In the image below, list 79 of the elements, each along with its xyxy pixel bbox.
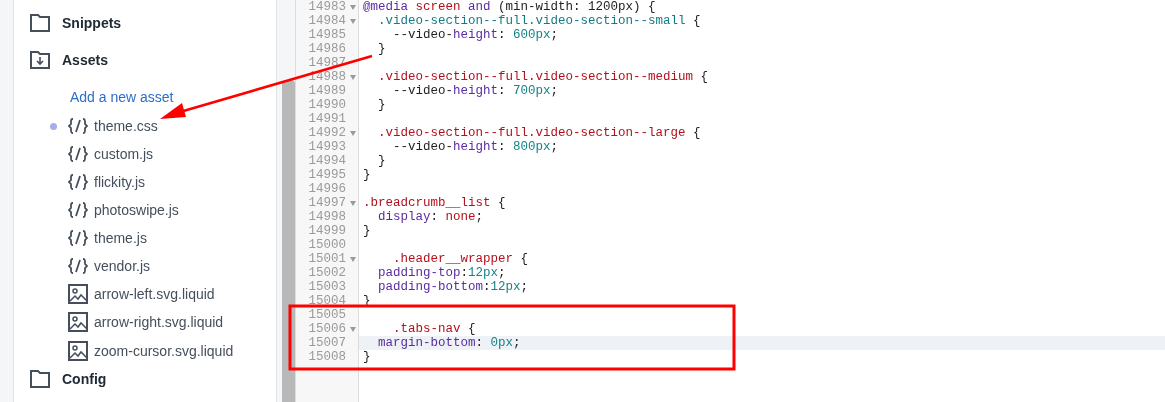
code-line: padding-top:12px; [377,266,506,280]
line-number: 15004 [307,294,346,308]
line-number: 14986 [307,42,346,56]
line-number: 14992 [307,126,346,140]
line-number: 14993 [307,140,346,154]
code-file-icon [68,230,88,247]
line-number: 15006 [307,322,346,336]
file-name[interactable]: photoswipe.js [94,202,179,219]
folder-icon [30,13,50,32]
file-name[interactable]: custom.js [94,146,154,163]
line-number: 14999 [307,224,346,238]
line-number: 15002 [307,266,346,280]
add-asset-link[interactable]: Add a new asset [70,82,276,112]
fold-triangle-icon[interactable] [350,130,356,136]
file-name[interactable]: vendor.js [94,258,151,275]
code-line: .video-section--full.video-section--medium { [377,70,709,84]
fold-triangle-icon[interactable] [350,200,356,206]
code-line: .video-section--full.video-section--small { [377,14,701,28]
line-number: 14990 [307,98,346,112]
file-name[interactable]: zoom-cursor.svg.liquid [94,342,234,359]
code-line: } [362,224,371,238]
line-number: 14983 [307,0,346,14]
code-line: margin-bottom: 0px; [377,336,521,350]
line-number: 14994 [307,154,346,168]
file-name[interactable]: theme.css [94,118,158,134]
code-line: } [362,168,371,182]
section-title[interactable]: Assets [62,52,108,69]
section-title[interactable]: Config [62,371,107,388]
file-name[interactable]: arrow-left.svg.liquid [94,286,215,303]
code-line: .video-section--full.video-section--large { [377,126,701,140]
file-name[interactable]: arrow-right.svg.liquid [94,314,224,331]
line-number: 14985 [307,28,346,42]
line-number: 14987 [307,56,346,70]
fold-triangle-icon[interactable] [350,18,356,24]
image-file-icon [68,312,88,333]
line-number: 14998 [307,210,346,224]
line-number: 15003 [307,280,346,294]
scrollbar-thumb[interactable] [282,80,295,402]
code-file-icon [68,258,88,275]
code-line: --video-height: 800px; [392,140,559,154]
code-line: } [377,42,386,56]
line-number: 14997 [307,196,346,210]
code-line: --video-height: 600px; [392,28,559,42]
section-title[interactable]: Snippets [62,14,122,31]
fold-triangle-icon[interactable] [350,4,356,10]
code-file-icon [68,146,88,163]
line-number: 14989 [307,84,346,98]
code-line: display: none; [377,210,484,224]
code-line: --video-height: 700px; [392,84,559,98]
folder-icon [30,370,50,389]
fold-triangle-icon[interactable] [350,256,356,262]
line-number: 15001 [307,252,346,266]
image-file-icon [68,340,88,361]
code-line: padding-bottom:12px; [377,280,529,294]
code-line: } [377,98,386,112]
line-number: 15007 [307,336,346,350]
code-line: } [377,154,386,168]
code-file-icon [68,174,88,191]
folder-download-icon [30,51,50,70]
line-number: 14984 [307,14,346,28]
line-number: 15000 [307,238,346,252]
file-name[interactable]: flickity.js [94,174,146,191]
image-file-icon [68,284,88,305]
code-editor[interactable] [295,0,1165,402]
code-line: .tabs-nav { [392,322,476,336]
code-line: .header__wrapper { [392,252,529,266]
code-line: @media screen and (min-width: 1200px) { [362,0,656,14]
code-line: } [362,350,371,364]
line-number: 14996 [307,182,346,196]
fold-triangle-icon[interactable] [350,326,356,332]
code-file-icon [68,118,88,134]
line-number: 14995 [307,168,346,182]
line-number: 15008 [307,350,346,364]
code-line: .breadcrumb__list { [362,196,506,210]
file-name[interactable]: theme.js [94,230,147,247]
line-number: 14991 [307,112,346,126]
code-file-icon [68,202,88,219]
line-number: 15005 [307,308,346,322]
fold-triangle-icon[interactable] [350,74,356,80]
